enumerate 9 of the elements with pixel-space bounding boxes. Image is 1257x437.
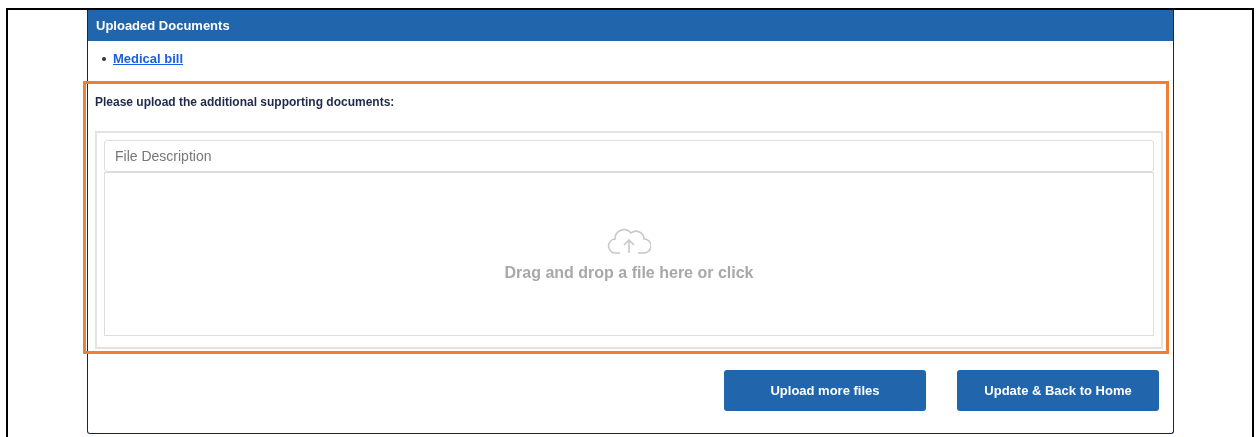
file-description-field[interactable]: File Description xyxy=(104,140,1154,172)
action-button[interactable]: Update & Back to Home xyxy=(957,370,1159,411)
action-button[interactable]: Upload more files xyxy=(724,370,926,411)
upload-prompt: Please upload the additional supporting documents: xyxy=(95,94,396,111)
panel-title: Uploaded Documents xyxy=(96,16,230,35)
bullet-icon xyxy=(102,56,106,61)
document-link[interactable]: Medical bill xyxy=(113,49,184,69)
dropzone-text: Drag and drop a file here or click xyxy=(504,263,754,283)
cloud-upload-icon xyxy=(607,227,651,255)
